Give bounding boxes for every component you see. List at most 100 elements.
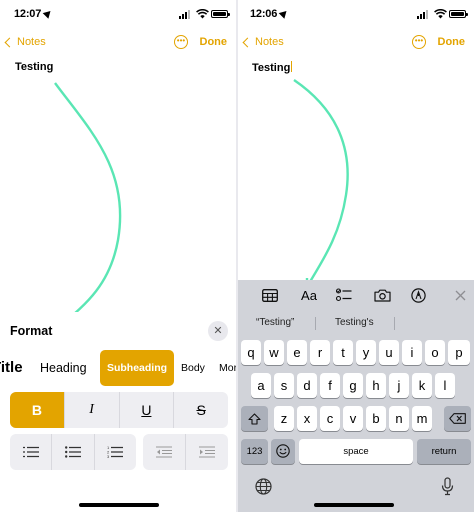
style-heading[interactable]: Heading — [40, 350, 87, 386]
paragraph-style-row: Title Heading Subheading Body Mor — [0, 350, 236, 388]
key-a[interactable]: a — [251, 373, 271, 398]
quick-toolbar: Aa — [238, 280, 474, 310]
key-q[interactable]: q — [241, 340, 261, 365]
key-w[interactable]: w — [264, 340, 284, 365]
key-j[interactable]: j — [389, 373, 409, 398]
text-style-buttons: B I U S — [10, 392, 228, 428]
key-y[interactable]: y — [356, 340, 376, 365]
prediction-1[interactable]: “Testing” — [256, 317, 294, 328]
navigation-bar: Notes ••• Done — [0, 34, 236, 54]
key-p[interactable]: p — [448, 340, 470, 365]
chevron-left-icon — [242, 37, 253, 47]
close-icon[interactable]: ✕ — [208, 321, 228, 341]
battery-icon — [449, 10, 468, 18]
done-button[interactable]: Done — [438, 36, 466, 48]
prediction-separator — [394, 317, 395, 330]
note-body-text[interactable]: Testing — [252, 61, 293, 74]
style-title[interactable]: Title — [0, 350, 23, 386]
delete-key[interactable] — [444, 406, 471, 431]
done-button[interactable]: Done — [200, 36, 228, 48]
key-t[interactable]: t — [333, 340, 353, 365]
comparison-screenshot: 12:07 Notes ••• Done Testing Format ✕ Ti… — [0, 0, 474, 512]
home-indicator — [79, 503, 159, 507]
emoji-icon — [276, 444, 290, 458]
key-f[interactable]: f — [320, 373, 340, 398]
outdent-icon — [156, 446, 172, 458]
microphone-icon[interactable] — [441, 477, 454, 501]
key-e[interactable]: e — [287, 340, 307, 365]
numbered-list-button[interactable]: 123 — [93, 434, 136, 470]
key-c[interactable]: c — [320, 406, 340, 431]
strikethrough-button[interactable]: S — [173, 392, 228, 428]
right-phone-screen: 12:06 Notes ••• Done Testing Aa “Testing… — [238, 0, 474, 512]
checklist-icon[interactable] — [335, 286, 353, 304]
key-l[interactable]: l — [435, 373, 455, 398]
key-m[interactable]: m — [412, 406, 432, 431]
decrease-indent-button[interactable] — [143, 434, 185, 470]
status-bar: 12:06 — [238, 6, 474, 24]
style-monostyled[interactable]: Mor — [219, 350, 236, 386]
key-h[interactable]: h — [366, 373, 386, 398]
indent-icon — [199, 446, 215, 458]
left-phone-screen: 12:07 Notes ••• Done Testing Format ✕ Ti… — [0, 0, 236, 512]
indent-buttons — [143, 434, 228, 470]
format-panel: Format ✕ Title Heading Subheading Body M… — [0, 312, 236, 512]
table-icon[interactable] — [260, 286, 280, 304]
camera-icon[interactable] — [372, 286, 392, 304]
svg-text:3: 3 — [107, 454, 110, 458]
underline-button[interactable]: U — [118, 392, 174, 428]
key-z[interactable]: z — [274, 406, 294, 431]
numbers-key[interactable]: 123 — [241, 439, 268, 464]
more-options-icon[interactable]: ••• — [412, 35, 426, 49]
more-options-icon[interactable]: ••• — [174, 35, 188, 49]
signal-icon — [179, 10, 190, 19]
back-label: Notes — [255, 36, 284, 48]
key-x[interactable]: x — [297, 406, 317, 431]
dismiss-keyboard-icon[interactable] — [453, 286, 467, 304]
key-k[interactable]: k — [412, 373, 432, 398]
key-b[interactable]: b — [366, 406, 386, 431]
predictive-text-bar: “Testing” Testing's — [238, 312, 474, 334]
key-r[interactable]: r — [310, 340, 330, 365]
key-n[interactable]: n — [389, 406, 409, 431]
bulleted-list-button[interactable] — [51, 434, 93, 470]
back-button[interactable]: Notes — [242, 36, 284, 48]
key-o[interactable]: o — [425, 340, 445, 365]
note-body-text[interactable]: Testing — [15, 61, 53, 73]
shift-key[interactable] — [241, 406, 268, 431]
italic-button[interactable]: I — [63, 392, 119, 428]
shift-icon — [248, 413, 261, 425]
key-d[interactable]: d — [297, 373, 317, 398]
key-u[interactable]: u — [379, 340, 399, 365]
wifi-icon — [196, 9, 209, 19]
key-g[interactable]: g — [343, 373, 363, 398]
prediction-2[interactable]: Testing's — [335, 317, 374, 328]
markup-pen-icon[interactable] — [409, 286, 427, 304]
dashed-list-button[interactable] — [10, 434, 51, 470]
bold-button[interactable]: B — [10, 392, 64, 428]
signal-icon — [417, 10, 428, 19]
return-key[interactable]: return — [417, 439, 471, 464]
dashed-list-icon — [22, 446, 39, 458]
battery-icon — [211, 10, 230, 18]
emoji-key[interactable] — [271, 439, 295, 464]
home-indicator — [314, 503, 394, 507]
style-body[interactable]: Body — [181, 350, 205, 386]
style-subheading[interactable]: Subheading — [100, 350, 174, 386]
navigation-bar: Notes ••• Done — [238, 34, 474, 54]
back-button[interactable]: Notes — [4, 36, 46, 48]
key-i[interactable]: i — [402, 340, 422, 365]
key-v[interactable]: v — [343, 406, 363, 431]
status-bar: 12:07 — [0, 6, 236, 24]
status-time: 12:06 — [250, 8, 290, 20]
key-s[interactable]: s — [274, 373, 294, 398]
location-icon — [42, 8, 54, 19]
wifi-icon — [434, 9, 447, 19]
globe-icon[interactable] — [255, 478, 272, 500]
increase-indent-button[interactable] — [185, 434, 228, 470]
keyboard-area: Aa “Testing” Testing's q w e r t y u i o… — [238, 280, 474, 512]
format-button[interactable]: Aa — [298, 286, 320, 304]
prediction-separator — [315, 317, 316, 330]
space-key[interactable]: space — [299, 439, 413, 464]
format-panel-title: Format — [10, 324, 53, 338]
